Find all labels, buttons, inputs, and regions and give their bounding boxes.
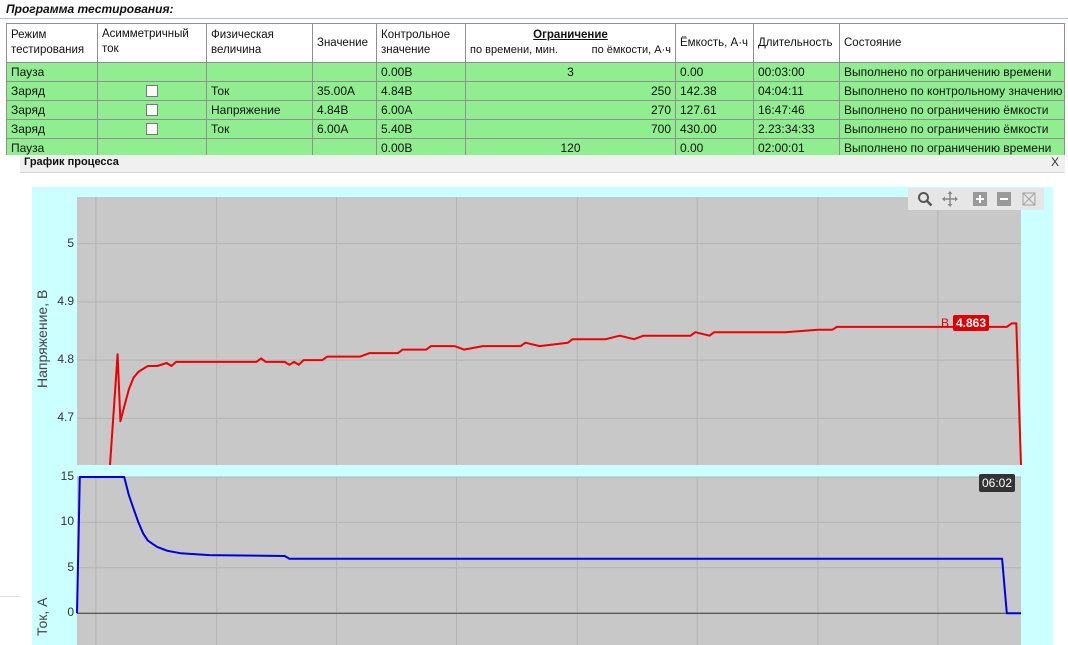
table-row[interactable]: Заряд Ток 35.00А 4.84В 250 142.38 04:04:11 Выпо… [6, 81, 1065, 101]
asym-checkbox[interactable] [146, 123, 158, 136]
row-limit-cell[interactable]: 250 [465, 81, 676, 101]
limit-header-title: Ограничение [533, 29, 608, 41]
row-mode-cell[interactable]: Пауза [6, 62, 98, 82]
row-control-cell[interactable]: 6.00А [376, 100, 466, 120]
col-header-limit[interactable]: Ограничение по времени, мин. по ёмкости,… [465, 23, 676, 63]
row-asym-cell[interactable] [97, 62, 207, 82]
row-limit-cell[interactable]: 3 [465, 62, 676, 82]
chart-toolbar [908, 188, 1044, 210]
row-limit-cell[interactable]: 700 [465, 119, 676, 139]
title-divider [0, 18, 1068, 19]
row-value-cell[interactable] [312, 62, 377, 82]
row-asym-cell[interactable] [97, 119, 207, 139]
row-asym-cell[interactable] [97, 100, 207, 120]
graph-panel-title: График процесса [24, 156, 119, 168]
row-capacity-cell[interactable]: 127.61 [675, 100, 754, 120]
row-phys-cell[interactable]: Ток [206, 119, 313, 139]
row-capacity-cell[interactable]: 430.00 [675, 119, 754, 139]
limit-time-header: по времени, мин. [470, 44, 559, 56]
voltage-value-badge: 4.863 [953, 315, 990, 331]
zoom-icon[interactable] [917, 191, 933, 207]
row-capacity-cell[interactable]: 0.00 [675, 62, 754, 82]
program-table: Режим тестирования Асимметричный ток Физ… [6, 23, 1065, 158]
row-control-cell[interactable]: 0.00В [376, 62, 466, 82]
row-duration-cell[interactable]: 2.23:34:33 [753, 119, 840, 139]
close-icon[interactable]: X [1051, 155, 1059, 169]
col-header-control[interactable]: Контрольное значение [376, 23, 466, 63]
voltage-plot-area [77, 197, 1021, 465]
row-mode-cell[interactable]: Заряд [6, 119, 98, 139]
reset-zoom-icon[interactable] [1021, 191, 1037, 207]
graph-panel-header: График процесса X [20, 155, 1065, 173]
row-control-cell[interactable]: 4.84В [376, 81, 466, 101]
limit-cap-header: по ёмкости, А·ч [591, 44, 671, 56]
row-duration-cell[interactable]: 04:04:11 [753, 81, 840, 101]
table-row[interactable]: Заряд Напряжение 4.84В 6.00А 270 127.61 16:47:… [6, 100, 1065, 120]
row-phys-cell[interactable] [206, 62, 313, 82]
cursor-time-badge: 06:02 [979, 474, 1016, 492]
row-mode-cell[interactable]: Заряд [6, 81, 98, 101]
col-header-asym[interactable]: Асимметричный ток [97, 23, 207, 63]
col-header-duration[interactable]: Длительность [753, 23, 840, 63]
asym-checkbox[interactable] [146, 104, 158, 117]
asym-checkbox[interactable] [146, 85, 158, 98]
col-header-mode[interactable]: Режим тестирования [6, 23, 98, 63]
col-header-value[interactable]: Значение [312, 23, 377, 63]
chart-canvas[interactable] [32, 187, 1053, 645]
row-control-cell[interactable]: 5.40В [376, 119, 466, 139]
row-phys-cell[interactable]: Ток [206, 81, 313, 101]
row-state-cell[interactable]: Выполнено по ограничению ёмкости [839, 119, 1065, 139]
row-value-cell[interactable]: 4.84В [312, 100, 377, 120]
left-divider [0, 596, 20, 597]
row-mode-cell[interactable]: Заряд [6, 100, 98, 120]
pan-icon[interactable] [942, 191, 958, 207]
voltage-tick-label: 4.7 [57, 410, 74, 425]
col-header-state[interactable]: Состояние [839, 23, 1065, 63]
row-duration-cell[interactable]: 16:47:46 [753, 100, 840, 120]
row-state-cell[interactable]: Выполнено по ограничению времени [839, 62, 1065, 82]
col-header-phys[interactable]: Физическая величина [206, 23, 313, 63]
row-value-cell[interactable]: 6.00А [312, 119, 377, 139]
current-tick-label: 10 [60, 514, 74, 529]
current-tick-label: 0 [67, 605, 74, 620]
current-tick-label: 5 [67, 559, 74, 574]
current-tick-label: 15 [60, 469, 74, 483]
chart-frame [32, 187, 1053, 645]
zoom-in-icon[interactable] [972, 191, 988, 207]
zoom-out-icon[interactable] [996, 191, 1012, 207]
row-value-cell[interactable]: 35.00А [312, 81, 377, 101]
table-row[interactable]: Заряд Ток 6.00А 5.40В 700 430.00 2.23:34:33 Вып… [6, 119, 1065, 139]
series-label-voltage: В [941, 316, 950, 330]
voltage-tick-label: 5 [67, 235, 74, 250]
row-state-cell[interactable]: Выполнено по контрольному значению [839, 81, 1065, 101]
current-plot-area [77, 477, 1021, 645]
row-capacity-cell[interactable]: 142.38 [675, 81, 754, 101]
row-phys-cell[interactable]: Напряжение [206, 100, 313, 120]
table-row[interactable]: Пауза 0.00В 3 0.00 00:03:00 Выполнено по огра… [6, 62, 1065, 82]
row-state-cell[interactable]: Выполнено по ограничению ёмкости [839, 100, 1065, 120]
row-limit-cell[interactable]: 270 [465, 100, 676, 120]
col-header-capacity[interactable]: Ёмкость, А·ч [675, 23, 754, 63]
voltage-tick-label: 4.9 [57, 293, 74, 308]
program-title: Программа тестирования: [6, 2, 174, 16]
table-header-row: Режим тестирования Асимметричный ток Физ… [6, 23, 1065, 63]
voltage-tick-label: 4.8 [57, 352, 74, 367]
row-asym-cell[interactable] [97, 81, 207, 101]
row-duration-cell[interactable]: 00:03:00 [753, 62, 840, 82]
